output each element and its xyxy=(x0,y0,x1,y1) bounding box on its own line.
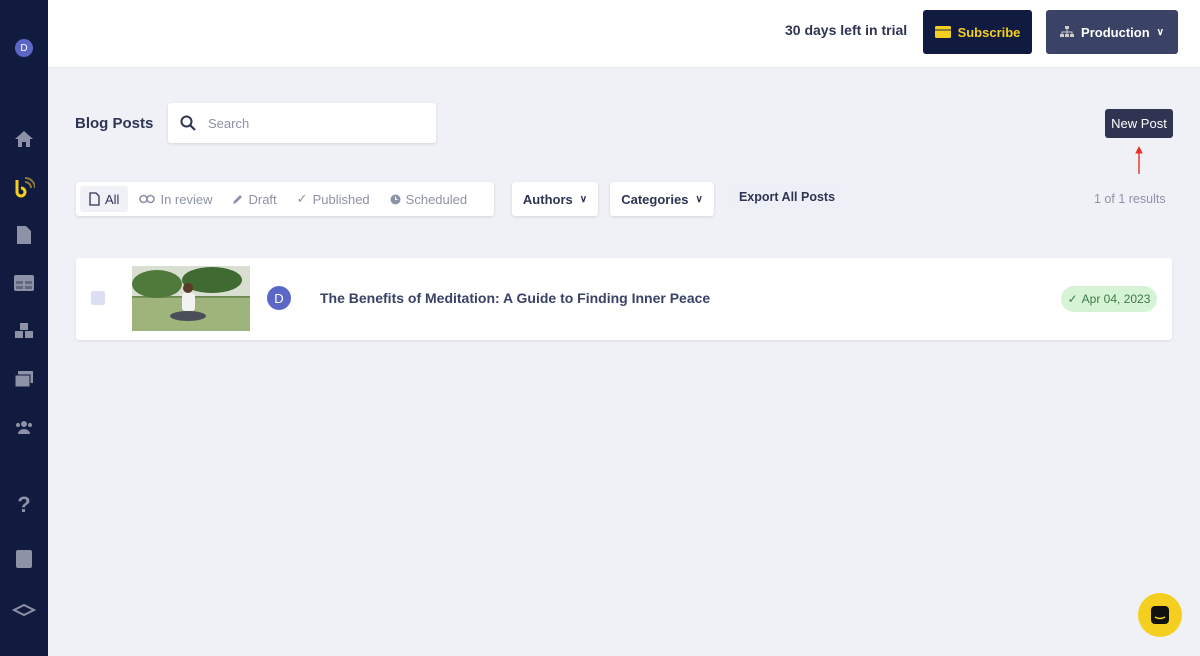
chevron-down-icon: ∨ xyxy=(695,193,703,205)
status-filter-tabs: All In review Draft ✓ Published Scheduled xyxy=(76,182,494,216)
chevron-down-icon: ∨ xyxy=(579,193,588,205)
subscribe-label: Subscribe xyxy=(957,24,1021,40)
environment-label: Production xyxy=(1081,24,1150,40)
subscribe-button[interactable]: Subscribe xyxy=(923,10,1032,54)
status-badge: ✓ Apr 04, 2023 xyxy=(1061,286,1157,312)
table-row[interactable]: D The Benefits of Meditation: A Guide to… xyxy=(76,258,1172,340)
post-title[interactable]: The Benefits of Meditation: A Guide to F… xyxy=(320,290,710,306)
page-title: Blog Posts xyxy=(75,115,154,132)
categories-label: Categories xyxy=(621,191,689,207)
tab-label: All xyxy=(105,191,120,207)
sitemap-icon xyxy=(1060,26,1075,37)
pencil-icon xyxy=(233,194,243,204)
chat-icon xyxy=(1151,606,1169,624)
page-icon[interactable] xyxy=(12,223,36,247)
users-icon[interactable] xyxy=(12,415,36,439)
tab-in-review[interactable]: In review xyxy=(130,186,221,212)
tab-label: Published xyxy=(312,191,370,207)
new-post-button[interactable]: New Post xyxy=(1105,109,1173,138)
arrow-up-icon xyxy=(1135,146,1143,174)
search-icon xyxy=(180,115,196,131)
glasses-icon xyxy=(139,194,156,204)
book-icon[interactable] xyxy=(12,547,36,571)
search-box[interactable] xyxy=(168,103,436,143)
tab-all[interactable]: All xyxy=(80,186,129,212)
tab-label: In review xyxy=(160,191,213,207)
media-icon[interactable] xyxy=(12,367,36,391)
check-icon: ✓ xyxy=(1067,292,1078,306)
logo-icon[interactable] xyxy=(12,598,36,622)
author-avatar: D xyxy=(267,286,291,310)
chat-launcher-button[interactable] xyxy=(1138,593,1182,637)
blog-icon[interactable] xyxy=(12,175,36,199)
row-checkbox[interactable] xyxy=(91,291,105,305)
post-date: Apr 04, 2023 xyxy=(1081,292,1151,306)
clock-icon xyxy=(390,194,401,204)
grid-icon[interactable] xyxy=(12,271,36,295)
user-avatar[interactable]: D xyxy=(15,39,33,57)
environment-dropdown[interactable]: Production ∨ xyxy=(1046,10,1178,54)
trial-status: 30 days left in trial xyxy=(785,22,908,38)
tab-label: Draft xyxy=(248,191,277,207)
export-all-posts-button[interactable]: Export All Posts xyxy=(728,181,846,213)
search-input[interactable] xyxy=(208,115,408,131)
help-icon[interactable]: ? xyxy=(12,492,36,517)
chevron-down-icon: ∨ xyxy=(1156,26,1164,38)
tab-published[interactable]: ✓ Published xyxy=(288,186,379,212)
categories-dropdown[interactable]: Categories ∨ xyxy=(610,182,714,216)
results-count: 1 of 1 results xyxy=(1094,192,1166,206)
credit-card-icon xyxy=(934,26,951,38)
sidebar: D ? xyxy=(0,0,48,656)
authors-label: Authors xyxy=(522,191,573,207)
tab-scheduled[interactable]: Scheduled xyxy=(381,186,476,212)
file-icon xyxy=(89,192,100,206)
tab-label: Scheduled xyxy=(405,191,468,207)
tab-draft[interactable]: Draft xyxy=(223,186,285,212)
authors-dropdown[interactable]: Authors ∨ xyxy=(512,182,598,216)
home-icon[interactable] xyxy=(12,127,36,151)
blocks-icon[interactable] xyxy=(12,319,36,343)
check-icon: ✓ xyxy=(296,191,308,206)
post-thumbnail xyxy=(132,266,250,331)
